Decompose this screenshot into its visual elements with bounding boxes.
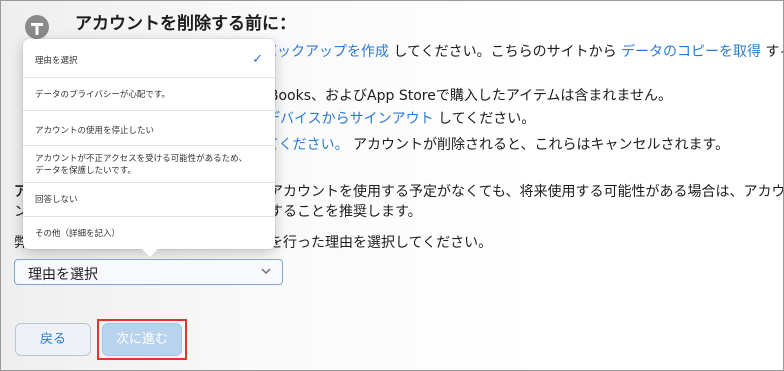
page-frame: アカウントを削除する前に： バックアップを作成 してください。こちらのサイトから…: [0, 0, 784, 371]
menu-item-unauthorized-access[interactable]: アカウントが不正アクセスを受ける可能性があるため、 データを保護したいです。: [23, 152, 275, 178]
purchases-note: iBooks、およびApp Storeで購入したアイテムは含まれません。: [265, 88, 673, 104]
backup-instruction: バックアップを作成 してください。こちらのサイトから データのコピーを取得 する: [263, 44, 783, 60]
menu-divider: [23, 216, 275, 217]
get-data-copy-link[interactable]: データのコピーを取得: [621, 44, 761, 60]
reason-prompt: を行った理由を選択してください。: [269, 235, 493, 251]
menu-item-select-reason[interactable]: 理由を選択 ✓: [23, 52, 275, 68]
menu-divider: [23, 110, 275, 111]
back-button[interactable]: 戻る: [15, 323, 91, 356]
checkmark-icon: ✓: [252, 52, 263, 67]
menu-item-privacy[interactable]: データのプライバシーが心配です。: [23, 88, 275, 102]
signout-devices-link[interactable]: デバイスからサインアウト: [266, 111, 434, 127]
menu-item-other[interactable]: その他（詳細を記入）: [23, 227, 275, 241]
menu-divider: [23, 145, 275, 146]
subscriptions-link[interactable]: てください。: [265, 137, 349, 153]
next-button[interactable]: 次に進む: [102, 323, 182, 356]
menu-item-no-answer[interactable]: 回答しない: [23, 193, 275, 207]
create-backup-link[interactable]: バックアップを作成: [263, 44, 389, 60]
menu-item-stop-using[interactable]: アカウントの使用を停止したい: [23, 124, 275, 138]
menu-divider: [23, 182, 275, 183]
subscription-note: てください。 アカウントが削除されると、これらはキャンセルされます。: [265, 137, 730, 153]
recommendation-line-2: することを推奨します。: [269, 204, 422, 220]
chevron-down-icon: [260, 265, 272, 281]
signout-instruction: デバイスからサインアウト してください。: [266, 111, 536, 127]
recommendation-line-1: アカウントを使用する予定がなくても、将来使用する可能性がある場合は、アカウン: [269, 184, 784, 200]
reason-select[interactable]: 理由を選択: [14, 259, 283, 285]
user-circle-icon: [25, 15, 49, 39]
reason-dropdown-menu: 理由を選択 ✓ データのプライバシーが心配です。 アカウントの使用を停止したい …: [23, 39, 275, 257]
menu-divider: [23, 77, 275, 78]
page-title: アカウントを削除する前に：: [75, 14, 296, 34]
reason-select-value: 理由を選択: [28, 267, 98, 283]
